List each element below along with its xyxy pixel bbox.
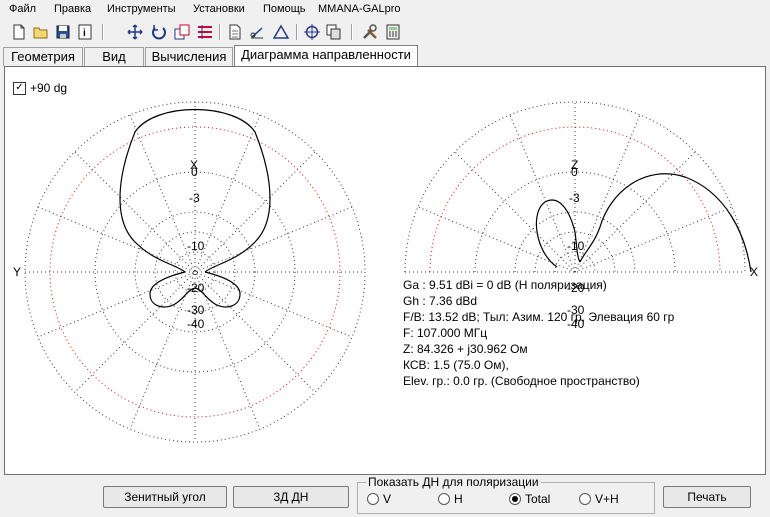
zenith-angle-button[interactable]: Зенитный угол	[103, 486, 227, 508]
polar-plots: X Y 0 -3 -10 -20 -30 -40 Z X 0 -3 -10 -2…	[13, 101, 758, 443]
rotate-icon[interactable]	[150, 23, 168, 41]
menu-tools[interactable]: Инструменты	[107, 3, 176, 15]
radio-v-plus-h-dot[interactable]	[579, 493, 591, 505]
radio-h-label: H	[454, 492, 463, 506]
menu-edit[interactable]: Правка	[54, 3, 91, 15]
azimuth-ring-label-0: 0	[191, 165, 198, 179]
doc-icon[interactable]	[226, 23, 244, 41]
azimuth-left-label: Y	[13, 265, 21, 279]
menu-file[interactable]: Файл	[9, 3, 36, 15]
toolbar: i	[0, 20, 770, 44]
elevation-ring-label-0: 0	[571, 165, 578, 179]
info-gain-gh: Gh : 7.36 dBd	[403, 294, 478, 308]
info-gain-ga: Ga : 9.51 dBi = 0 dB (Н поляризация)	[403, 278, 607, 292]
triangle-icon[interactable]	[272, 23, 290, 41]
move-icon[interactable]	[126, 23, 144, 41]
toolbar-separator	[296, 24, 298, 40]
info-front-back: F/B: 13.52 dB; Тыл: Азим. 120 гр, Элевац…	[403, 310, 675, 324]
tab-geometry[interactable]: Геометрия	[3, 47, 83, 66]
menu-settings[interactable]: Установки	[193, 3, 245, 15]
radio-v-dot[interactable]	[367, 493, 379, 505]
azimuth-plot: X Y 0 -3 -10 -20 -30 -40	[13, 101, 366, 443]
radio-total-label: Total	[525, 492, 551, 506]
duplicate-icon[interactable]	[325, 23, 343, 41]
menu-help[interactable]: Помощь	[263, 3, 306, 15]
azimuth-spokes	[25, 102, 365, 442]
tab-radiation-pattern[interactable]: Диаграмма направленности	[234, 45, 418, 67]
azimuth-ring-label-20: -20	[187, 281, 205, 295]
target-icon[interactable]	[303, 23, 321, 41]
tab-calculations[interactable]: Вычисления	[145, 47, 233, 66]
menu-bar: Файл Правка Инструменты Установки Помощь…	[0, 0, 770, 20]
elevation-right-label: X	[750, 265, 758, 279]
azimuth-pattern-curve	[119, 109, 271, 308]
azimuth-ring-label-30: -30	[187, 303, 205, 317]
info-elevation: Elev. гр.: 0.0 гр. (Свободное пространст…	[403, 374, 640, 388]
radio-h[interactable]: H	[438, 492, 463, 506]
info-icon[interactable]: i	[76, 23, 94, 41]
menu-about[interactable]: MMANA-GALpro	[318, 3, 401, 15]
azimuth-ring-label-10: -10	[187, 239, 205, 253]
azimuth-ring-label-40: -40	[187, 317, 205, 331]
3d-pattern-button[interactable]: 3Д ДН	[233, 486, 349, 508]
toolbar-separator	[102, 24, 104, 40]
radio-v-label: V	[383, 492, 392, 506]
tab-strip: Геометрия Вид Вычисления Диаграмма напра…	[0, 45, 770, 67]
elevation-ring-label-3: -3	[569, 191, 580, 205]
list-icon[interactable]	[196, 23, 214, 41]
radio-total-dot[interactable]	[509, 493, 521, 505]
radio-h-dot[interactable]	[438, 493, 450, 505]
open-folder-icon[interactable]	[32, 23, 50, 41]
tab-view[interactable]: Вид	[84, 47, 144, 66]
save-icon[interactable]	[54, 23, 72, 41]
elevation-ring-label-10: -10	[567, 239, 585, 253]
toolbar-separator	[219, 24, 221, 40]
radio-v-plus-h-label: V+H	[595, 492, 619, 506]
radio-total[interactable]: Total	[509, 492, 550, 506]
info-frequency: F: 107.000 МГц	[403, 326, 488, 340]
print-button[interactable]: Печать	[663, 486, 751, 508]
info-swr: КСВ: 1.5 (75.0 Ом),	[403, 358, 509, 372]
measure-icon[interactable]	[248, 23, 266, 41]
calculator-icon[interactable]	[384, 23, 402, 41]
azimuth-ring-label-3: -3	[189, 191, 200, 205]
radio-v-plus-h[interactable]: V+H	[579, 492, 619, 506]
svg-text:i: i	[83, 28, 86, 39]
new-file-icon[interactable]	[10, 23, 28, 41]
toolbar-separator	[351, 24, 353, 40]
polarization-group-title: Показать ДН для поляризации	[366, 475, 541, 489]
info-impedance: Z: 84.326 + j30.962 Ом	[403, 342, 528, 356]
radio-v[interactable]: V	[367, 492, 391, 506]
copy-icon[interactable]	[173, 23, 191, 41]
pattern-panel: ✓ +90 dg X Y 0 -3 -10 -20 -30 -40 Z X 0 …	[4, 66, 766, 475]
tools-icon[interactable]	[361, 23, 379, 41]
